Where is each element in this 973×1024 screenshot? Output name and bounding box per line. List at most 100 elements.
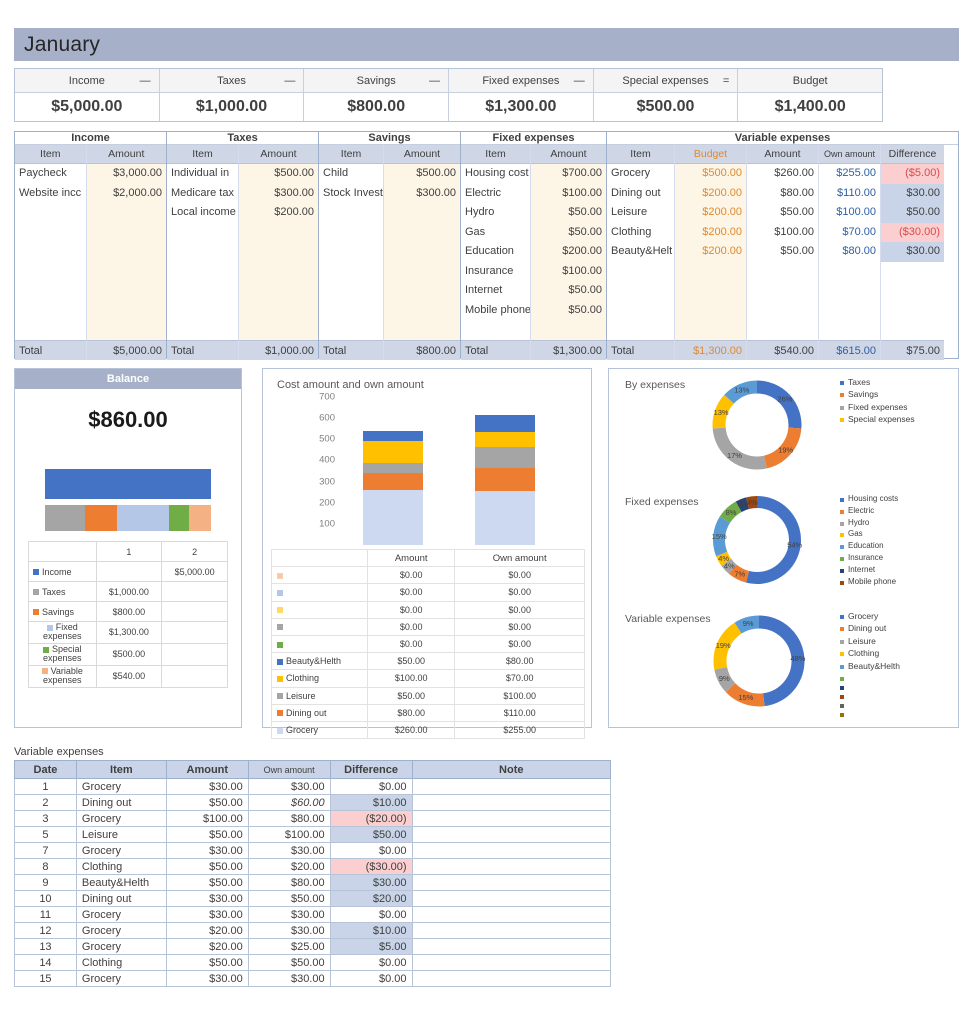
detail-cell-own-amount[interactable] [819, 281, 880, 301]
detail-cell-item[interactable]: Paycheck [15, 164, 86, 184]
log-cell-own-amount[interactable]: $30.00 [247, 922, 331, 939]
detail-cell-item[interactable] [15, 281, 86, 301]
log-cell-own-amount[interactable]: $80.00 [247, 874, 331, 891]
log-cell-date[interactable]: 8 [14, 858, 77, 875]
log-cell-difference[interactable]: $0.00 [329, 954, 413, 971]
detail-cell-amount[interactable]: $500.00 [239, 164, 318, 184]
detail-cell-item[interactable] [167, 281, 238, 301]
detail-cell-budget[interactable]: $200.00 [675, 203, 746, 223]
detail-cell-amount[interactable] [747, 301, 818, 321]
log-cell-own-amount[interactable]: $30.00 [247, 842, 331, 859]
detail-cell-amount[interactable]: $50.00 [531, 223, 606, 243]
detail-cell-amount[interactable]: $300.00 [239, 184, 318, 204]
detail-cell-amount[interactable] [747, 320, 818, 340]
detail-cell-amount[interactable] [87, 320, 166, 340]
detail-cell-own-amount[interactable]: $80.00 [819, 242, 880, 262]
detail-cell-difference[interactable] [881, 301, 944, 321]
detail-cell-item[interactable]: Internet [461, 281, 530, 301]
log-col-amount[interactable]: Amount [165, 760, 249, 779]
log-cell-own-amount[interactable]: $30.00 [247, 906, 331, 923]
detail-cell-amount[interactable]: $200.00 [531, 242, 606, 262]
detail-cell-budget[interactable]: $200.00 [675, 242, 746, 262]
log-cell-note[interactable] [411, 922, 612, 939]
detail-cell-amount[interactable] [87, 262, 166, 282]
log-cell-amount[interactable]: $30.00 [165, 842, 249, 859]
detail-cell-item[interactable]: Housing cost [461, 164, 530, 184]
detail-cell-amount[interactable] [239, 301, 318, 321]
detail-cell-amount[interactable]: $50.00 [531, 281, 606, 301]
log-cell-own-amount[interactable]: $80.00 [247, 810, 331, 827]
detail-cell-budget[interactable] [675, 301, 746, 321]
log-cell-item[interactable]: Clothing [75, 858, 167, 875]
detail-cell-item[interactable] [607, 320, 674, 340]
log-col-difference[interactable]: Difference [329, 760, 413, 779]
detail-cell-item[interactable] [319, 242, 383, 262]
detail-cell-item[interactable]: Website incc [15, 184, 86, 204]
detail-cell-amount[interactable] [747, 262, 818, 282]
log-cell-date[interactable]: 5 [14, 826, 77, 843]
log-cell-own-amount[interactable]: $30.00 [247, 778, 331, 795]
detail-cell-item[interactable] [319, 223, 383, 243]
log-cell-item[interactable]: Grocery [75, 938, 167, 955]
log-cell-amount[interactable]: $20.00 [165, 938, 249, 955]
log-cell-difference[interactable]: $5.00 [329, 938, 413, 955]
log-cell-difference[interactable]: $50.00 [329, 826, 413, 843]
log-cell-difference[interactable]: $0.00 [329, 970, 413, 987]
detail-cell-difference[interactable] [881, 281, 944, 301]
log-cell-amount[interactable]: $50.00 [165, 794, 249, 811]
detail-cell-own-amount[interactable] [819, 301, 880, 321]
log-cell-difference[interactable]: $20.00 [329, 890, 413, 907]
log-cell-item[interactable]: Grocery [75, 810, 167, 827]
log-cell-amount[interactable]: $30.00 [165, 906, 249, 923]
detail-cell-item[interactable]: Leisure [607, 203, 674, 223]
log-cell-item[interactable]: Dining out [75, 794, 167, 811]
detail-cell-difference[interactable]: $50.00 [881, 203, 944, 223]
log-cell-amount[interactable]: $50.00 [165, 874, 249, 891]
detail-cell-amount[interactable] [87, 203, 166, 223]
detail-cell-item[interactable]: Beauty&Helt [607, 242, 674, 262]
detail-cell-amount[interactable] [87, 242, 166, 262]
detail-cell-item[interactable] [15, 242, 86, 262]
log-cell-difference[interactable]: $0.00 [329, 906, 413, 923]
log-cell-own-amount[interactable]: $100.00 [247, 826, 331, 843]
detail-cell-amount[interactable] [239, 320, 318, 340]
detail-cell-budget[interactable]: $500.00 [675, 164, 746, 184]
detail-cell-amount[interactable]: $200.00 [239, 203, 318, 223]
detail-cell-amount[interactable] [239, 262, 318, 282]
log-cell-amount[interactable]: $30.00 [165, 778, 249, 795]
detail-cell-item[interactable]: Gas [461, 223, 530, 243]
detail-cell-item[interactable]: Mobile phone [461, 301, 530, 321]
detail-cell-amount[interactable] [384, 203, 460, 223]
log-cell-difference[interactable]: $0.00 [329, 842, 413, 859]
detail-cell-budget[interactable] [675, 262, 746, 282]
detail-cell-item[interactable] [319, 262, 383, 282]
detail-cell-own-amount[interactable]: $70.00 [819, 223, 880, 243]
log-cell-note[interactable] [411, 970, 612, 987]
log-cell-date[interactable]: 14 [14, 954, 77, 971]
detail-cell-item[interactable] [319, 281, 383, 301]
log-col-note[interactable]: Note [411, 760, 612, 779]
detail-cell-amount[interactable] [384, 281, 460, 301]
log-cell-amount[interactable]: $50.00 [165, 954, 249, 971]
log-cell-item[interactable]: Leisure [75, 826, 167, 843]
log-cell-item[interactable]: Grocery [75, 970, 167, 987]
log-cell-date[interactable]: 15 [14, 970, 77, 987]
log-cell-date[interactable]: 3 [14, 810, 77, 827]
detail-cell-item[interactable] [607, 301, 674, 321]
detail-cell-item[interactable] [607, 281, 674, 301]
detail-cell-item[interactable]: Child [319, 164, 383, 184]
log-cell-note[interactable] [411, 954, 612, 971]
log-cell-date[interactable]: 11 [14, 906, 77, 923]
detail-cell-item[interactable]: Electric [461, 184, 530, 204]
detail-cell-item[interactable] [15, 203, 86, 223]
detail-cell-amount[interactable]: $2,000.00 [87, 184, 166, 204]
detail-cell-item[interactable] [167, 223, 238, 243]
detail-cell-item[interactable] [15, 320, 86, 340]
detail-cell-budget[interactable]: $200.00 [675, 223, 746, 243]
detail-cell-item[interactable] [319, 301, 383, 321]
detail-cell-difference[interactable] [881, 262, 944, 282]
log-cell-note[interactable] [411, 794, 612, 811]
detail-cell-item[interactable] [15, 262, 86, 282]
detail-cell-item[interactable] [167, 242, 238, 262]
log-cell-item[interactable]: Grocery [75, 922, 167, 939]
